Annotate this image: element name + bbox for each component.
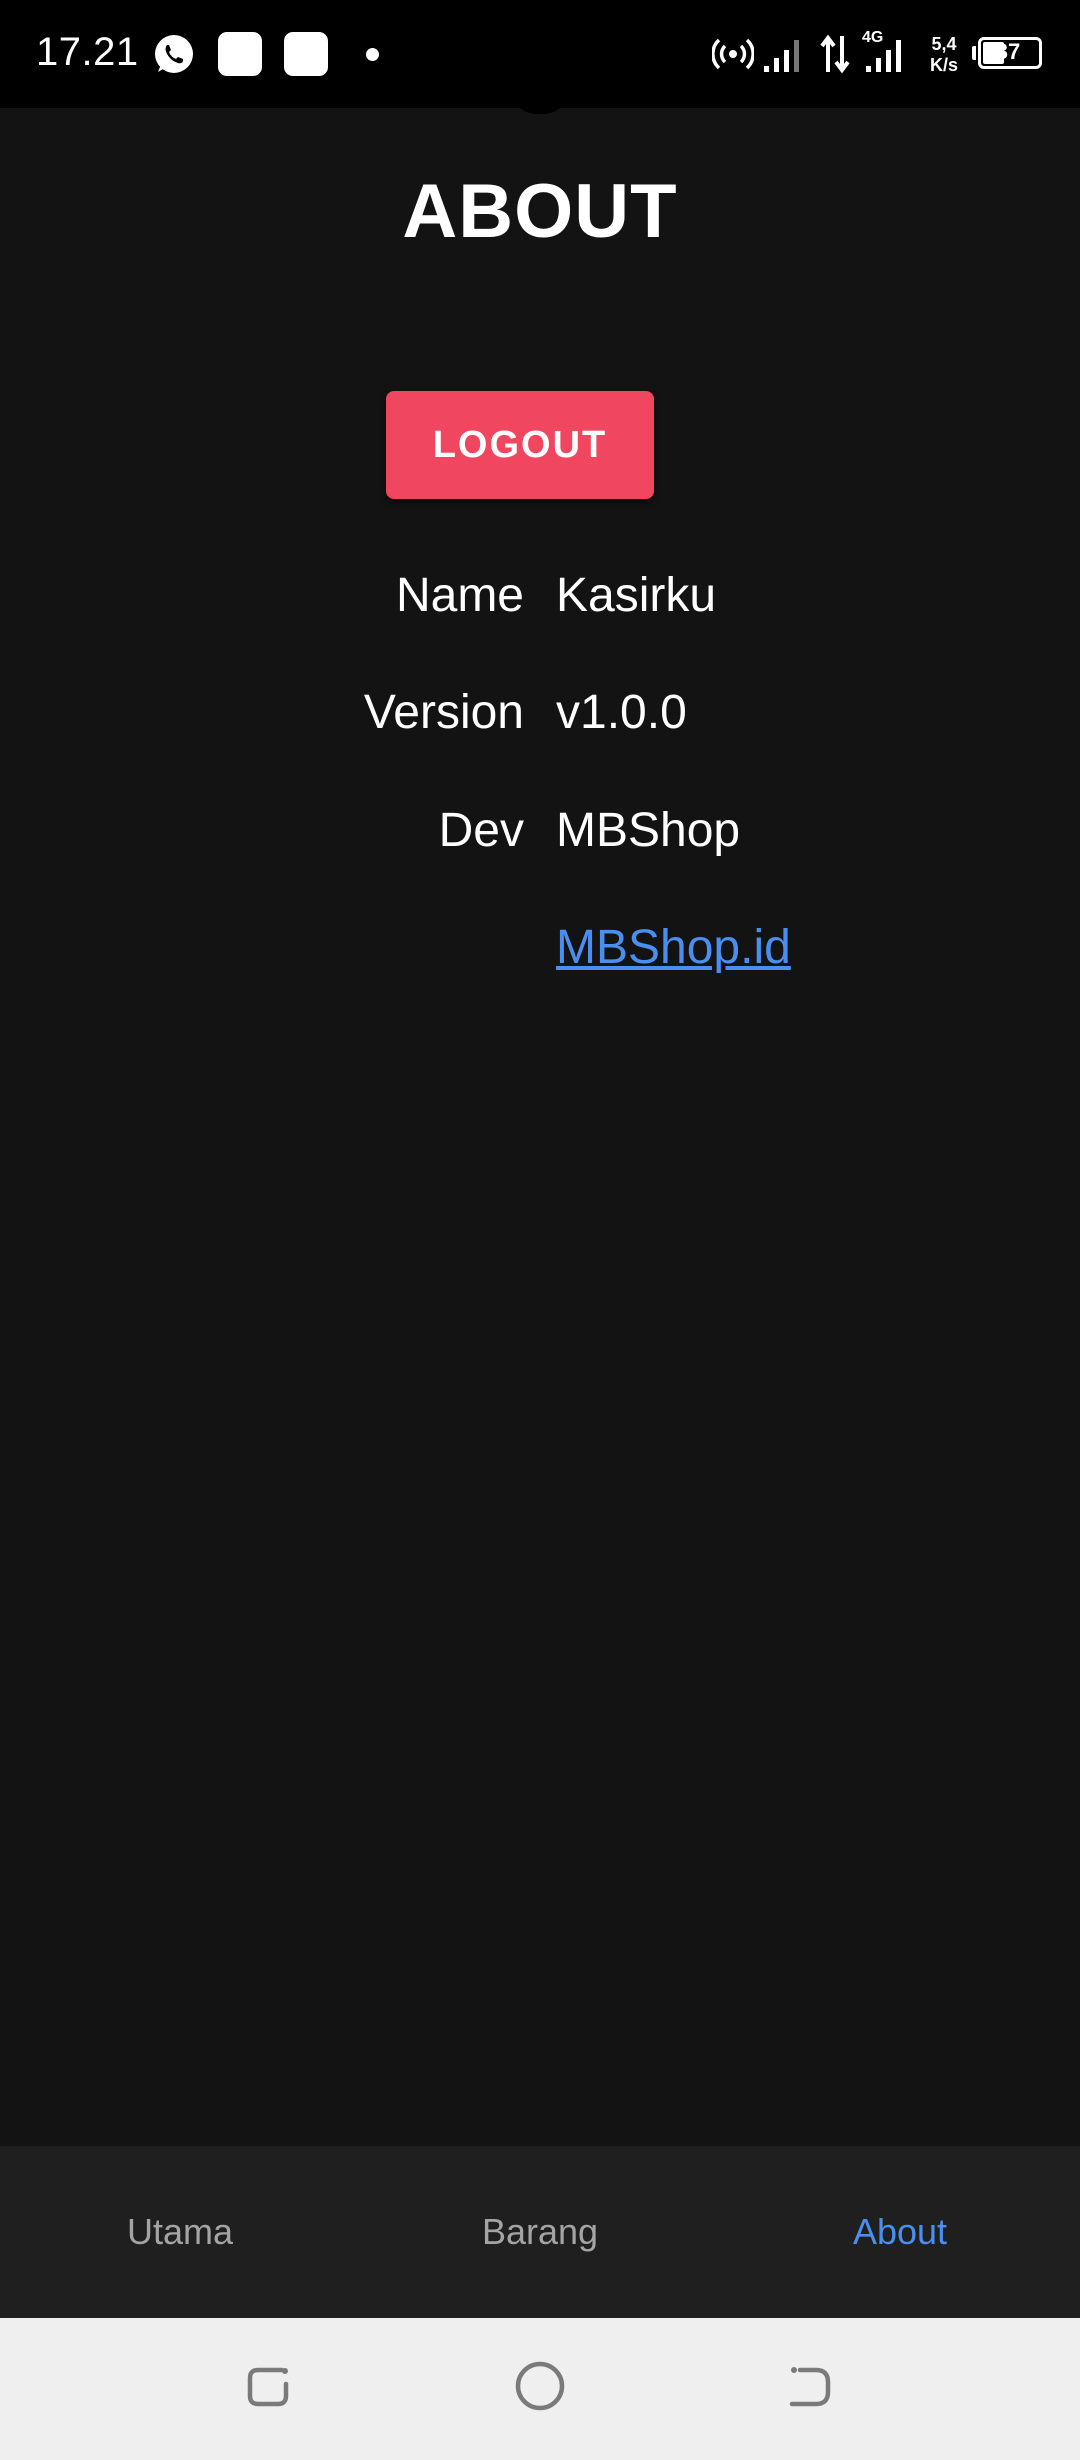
recent-apps-icon[interactable]: [238, 2354, 302, 2418]
back-icon[interactable]: [778, 2354, 842, 2418]
battery-cap: [972, 46, 976, 60]
signal-icon: [764, 40, 799, 72]
notification-square-icon: [218, 32, 262, 76]
hotspot-icon: [712, 38, 754, 70]
version-value: v1.0.0: [556, 686, 687, 739]
dot-icon: [366, 48, 379, 61]
dev-value: MBShop: [556, 804, 741, 857]
version-label: Version: [363, 686, 524, 739]
clock: 17.21: [36, 30, 139, 74]
data-arrows-icon: [820, 34, 850, 74]
page-title: ABOUT: [402, 169, 678, 254]
logout-button[interactable]: LOGOUT: [386, 391, 654, 499]
whatsapp-icon: [155, 35, 193, 73]
website-link[interactable]: MBShop.id: [556, 920, 791, 975]
nav-item-barang[interactable]: Barang: [360, 2146, 720, 2318]
network-speed: 5,4 K/s: [930, 34, 959, 75]
svg-text:4G: 4G: [862, 29, 883, 46]
nav-item-utama[interactable]: Utama: [0, 2146, 360, 2318]
system-nav-bar: [0, 2318, 1080, 2460]
name-value: Kasirku: [556, 569, 717, 622]
bottom-nav: Utama Barang About: [0, 2146, 1080, 2318]
home-icon[interactable]: [508, 2354, 572, 2418]
notification-square-icon: [284, 32, 328, 76]
camera-notch: [512, 90, 568, 114]
name-label: Name: [395, 569, 524, 622]
battery-level-text: 37: [995, 39, 1021, 64]
battery-icon: 37: [978, 37, 1042, 69]
dev-label: Dev: [438, 804, 524, 857]
nav-item-about[interactable]: About: [720, 2146, 1080, 2318]
signal-4g-icon: 4G: [862, 29, 901, 72]
